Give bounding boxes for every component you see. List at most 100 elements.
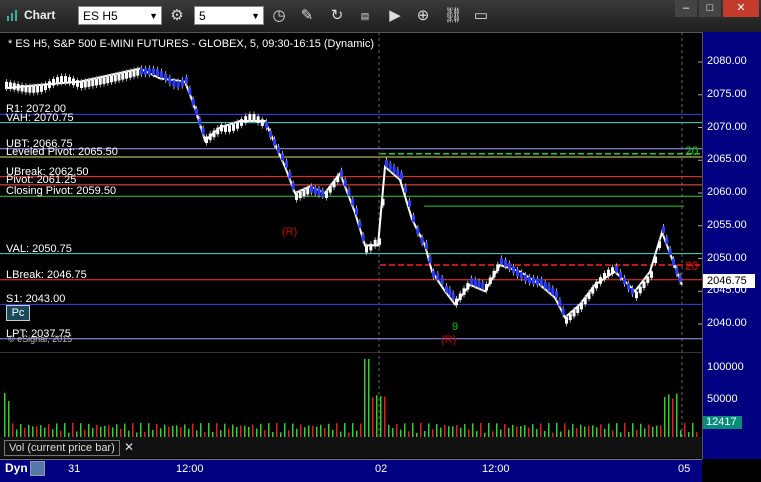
- candle-body: [496, 264, 500, 271]
- volume-bar: [276, 423, 278, 437]
- candle-body: [310, 185, 313, 193]
- chevron-down-icon[interactable]: ▼: [251, 7, 260, 26]
- candle-body: [188, 88, 192, 95]
- volume-bar: [396, 423, 398, 437]
- volume-bar: [176, 425, 178, 437]
- candle-body: [168, 77, 172, 84]
- candle-body: [224, 125, 227, 132]
- volume-bar: [380, 396, 382, 437]
- volume-bar: [636, 430, 638, 437]
- volume-bar: [104, 425, 106, 437]
- candle-body: [665, 237, 669, 244]
- candle-body: [136, 69, 140, 76]
- candle-body: [185, 77, 188, 84]
- volume-bar: [268, 423, 270, 437]
- volume-bar: [180, 427, 182, 437]
- candle-body: [385, 160, 388, 167]
- candle-body: [420, 236, 424, 244]
- candle-body: [298, 191, 302, 199]
- chevron-down-icon[interactable]: ▼: [149, 7, 158, 26]
- volume-bar: [516, 426, 518, 437]
- link-icon[interactable]: ⛓: [442, 6, 464, 26]
- volume-bar: [152, 429, 154, 437]
- volume-bar: [656, 425, 658, 437]
- volume-bar: [392, 427, 394, 437]
- volume-bar: [616, 423, 618, 437]
- candle-body: [172, 80, 176, 87]
- volume-bar: [228, 428, 230, 437]
- marker-r2: (R): [441, 334, 457, 346]
- interval-settings-icon[interactable]: ⚙: [166, 6, 188, 26]
- candle-body: [64, 76, 67, 83]
- candle-body: [260, 119, 264, 126]
- chart-icon: [7, 10, 17, 21]
- play-icon[interactable]: ▶: [384, 6, 406, 26]
- dyn-toggle-icon[interactable]: [30, 461, 45, 476]
- candle-body: [191, 98, 195, 106]
- candle-body: [642, 281, 646, 289]
- volume-bar: [440, 427, 442, 437]
- minimize-button[interactable]: –: [675, 0, 697, 17]
- volume-bar: [548, 423, 550, 437]
- volume-bar: [632, 423, 634, 437]
- volume-bar: [304, 427, 306, 437]
- volume-bar: [196, 430, 198, 437]
- chart-header: * ES H5, S&P 500 E-MINI FUTURES - GLOBEX…: [8, 38, 374, 50]
- interval-selector[interactable]: 5 ▼: [194, 6, 264, 25]
- comment-icon[interactable]: ▭: [470, 6, 492, 26]
- marker-20-red: 20: [685, 259, 699, 273]
- symbol-selector[interactable]: ES H5 ▼: [78, 6, 162, 25]
- candle-body: [20, 84, 24, 92]
- volume-bar: [420, 423, 422, 437]
- candle-body: [110, 75, 113, 83]
- candle-body: [448, 288, 452, 296]
- volume-bar: [336, 423, 338, 437]
- candle-body: [466, 283, 470, 290]
- volume-bar: [184, 424, 186, 437]
- time-axis[interactable]: [0, 459, 702, 482]
- candle-body: [176, 81, 180, 88]
- volume-bar: [624, 423, 626, 437]
- candle-body: [473, 279, 477, 287]
- symbol-value: ES H5: [83, 9, 118, 23]
- refresh-icon[interactable]: ↻: [326, 6, 348, 26]
- candle-body: [117, 73, 121, 81]
- volume-bar: [264, 430, 266, 437]
- clock-icon[interactable]: ◷: [268, 6, 290, 26]
- candle-body: [516, 269, 519, 277]
- candle-body: [412, 215, 415, 222]
- candle-body: [524, 274, 527, 282]
- price-label: 2065.00: [707, 153, 747, 166]
- volume-bar: [52, 429, 54, 437]
- volume-bar: [56, 423, 58, 437]
- volume-bar: [160, 428, 162, 437]
- candle-body: [236, 122, 239, 129]
- volume-bar: [48, 424, 50, 437]
- volume-bar: [436, 424, 438, 437]
- candle-body: [662, 226, 665, 234]
- maximize-button[interactable]: □: [699, 0, 721, 17]
- candle-body: [244, 116, 248, 123]
- level-label: S1: 2043.00: [6, 293, 66, 306]
- volume-bar: [232, 424, 234, 437]
- cursor-icon[interactable]: ⊕: [412, 6, 434, 26]
- volume-bar: [24, 427, 26, 437]
- candle-body: [551, 288, 555, 295]
- candle-body: [388, 163, 392, 170]
- quote-icon[interactable]: ▤: [354, 6, 376, 26]
- close-button[interactable]: ✕: [723, 0, 759, 17]
- candle-body: [658, 241, 661, 248]
- close-icon[interactable]: ✕: [124, 440, 134, 454]
- volume-bar: [372, 397, 374, 437]
- candle-body: [80, 81, 83, 89]
- pc-button[interactable]: Pc: [6, 305, 30, 321]
- candle-body: [343, 179, 347, 187]
- volume-bar: [540, 423, 542, 437]
- volume-bar: [432, 429, 434, 437]
- pencil-icon[interactable]: ✎: [296, 6, 318, 26]
- volume-bar: [308, 425, 310, 437]
- volume-bar: [260, 423, 262, 437]
- candle-body: [48, 81, 51, 88]
- candle-body: [536, 278, 539, 285]
- candle-body: [400, 172, 403, 180]
